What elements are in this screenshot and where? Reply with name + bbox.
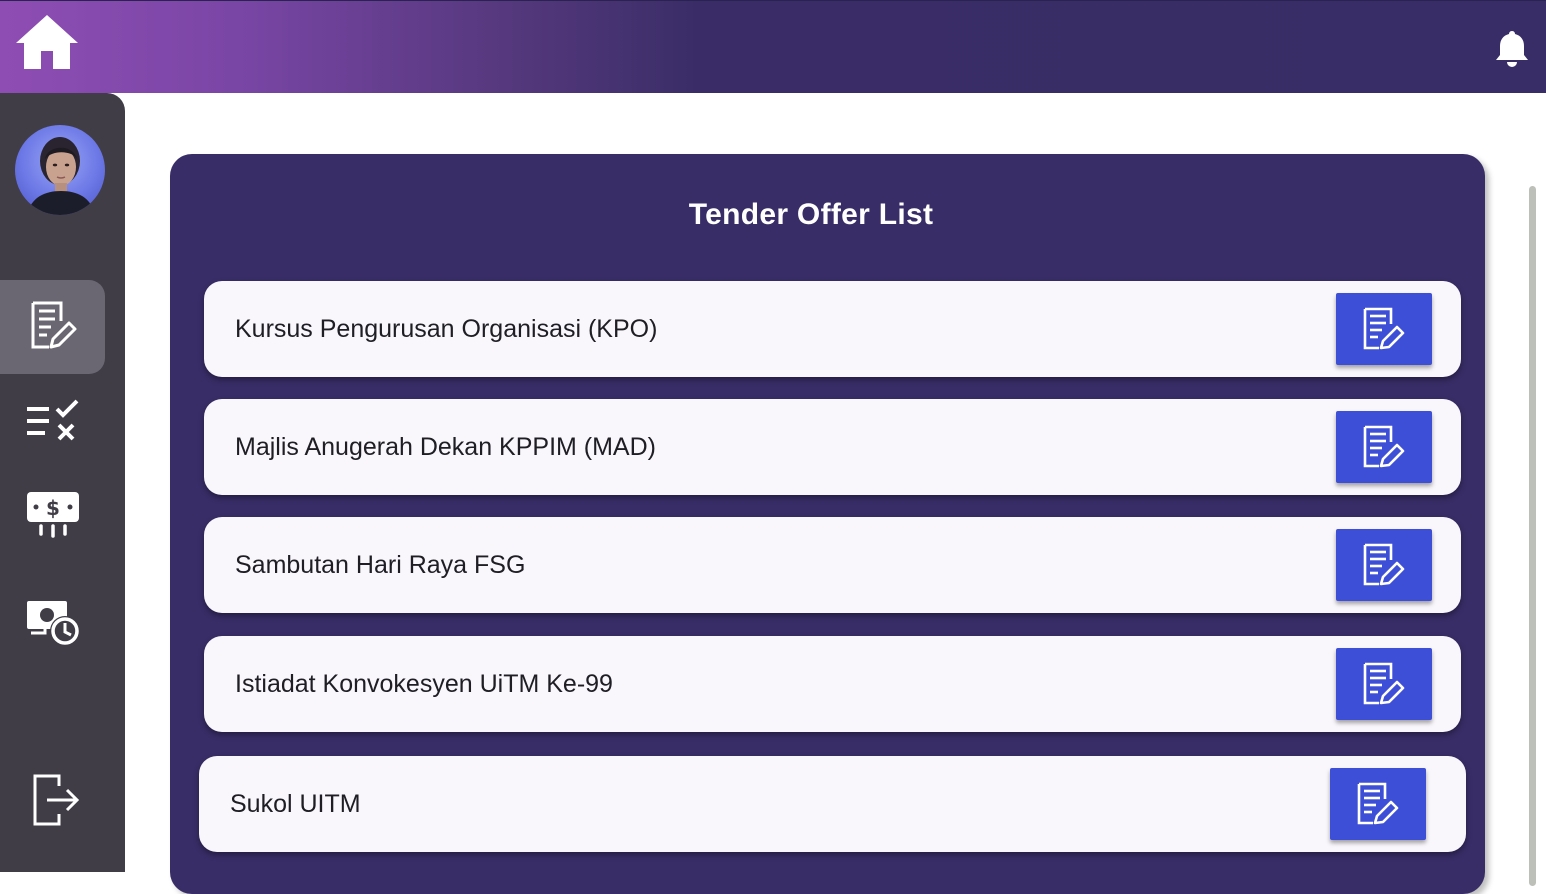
home-icon[interactable] — [14, 13, 80, 71]
sidebar: $ — [0, 93, 125, 872]
edit-button[interactable] — [1336, 293, 1432, 365]
edit-button[interactable] — [1336, 648, 1432, 720]
document-edit-icon — [1363, 543, 1405, 586]
document-edit-icon — [1363, 662, 1405, 705]
tender-name: Sambutan Hari Raya FSG — [235, 551, 526, 579]
logout-icon — [33, 774, 79, 826]
sidebar-item-payment-history[interactable] — [0, 576, 105, 670]
edit-button[interactable] — [1336, 411, 1432, 483]
sidebar-item-checklist[interactable] — [0, 374, 105, 468]
checklist-icon — [26, 399, 78, 441]
document-edit-icon — [31, 301, 76, 349]
tender-name: Sukol UITM — [230, 790, 361, 818]
avatar[interactable] — [15, 125, 105, 215]
document-edit-icon — [1357, 782, 1399, 825]
list-item[interactable]: Istiadat Konvokesyen UiTM Ke-99 — [204, 636, 1461, 732]
scrollbar[interactable] — [1529, 186, 1536, 886]
top-bar — [0, 0, 1546, 93]
list-item[interactable]: Sukol UITM — [199, 756, 1466, 852]
sidebar-item-tender[interactable] — [0, 280, 105, 374]
tender-name: Majlis Anugerah Dekan KPPIM (MAD) — [235, 433, 656, 461]
edit-button[interactable] — [1330, 768, 1426, 840]
tender-name: Kursus Pengurusan Organisasi (KPO) — [235, 315, 658, 343]
sidebar-item-money[interactable]: $ — [0, 467, 105, 561]
list-item[interactable]: Majlis Anugerah Dekan KPPIM (MAD) — [204, 399, 1461, 495]
bell-icon[interactable] — [1492, 29, 1532, 69]
document-edit-icon — [1363, 425, 1405, 468]
svg-text:$: $ — [46, 496, 60, 520]
page-title: Tender Offer List — [688, 198, 934, 231]
edit-button[interactable] — [1336, 529, 1432, 601]
document-edit-icon — [1363, 307, 1405, 350]
payment-history-icon — [26, 601, 80, 646]
logout-button[interactable] — [0, 753, 105, 847]
tender-name: Istiadat Konvokesyen UiTM Ke-99 — [235, 670, 613, 698]
list-item[interactable]: Sambutan Hari Raya FSG — [204, 517, 1461, 613]
list-item[interactable]: Kursus Pengurusan Organisasi (KPO) — [204, 281, 1461, 377]
money-icon: $ — [26, 492, 79, 538]
tender-list-panel: Tender Offer List Kursus Pengurusan Orga… — [170, 154, 1485, 894]
